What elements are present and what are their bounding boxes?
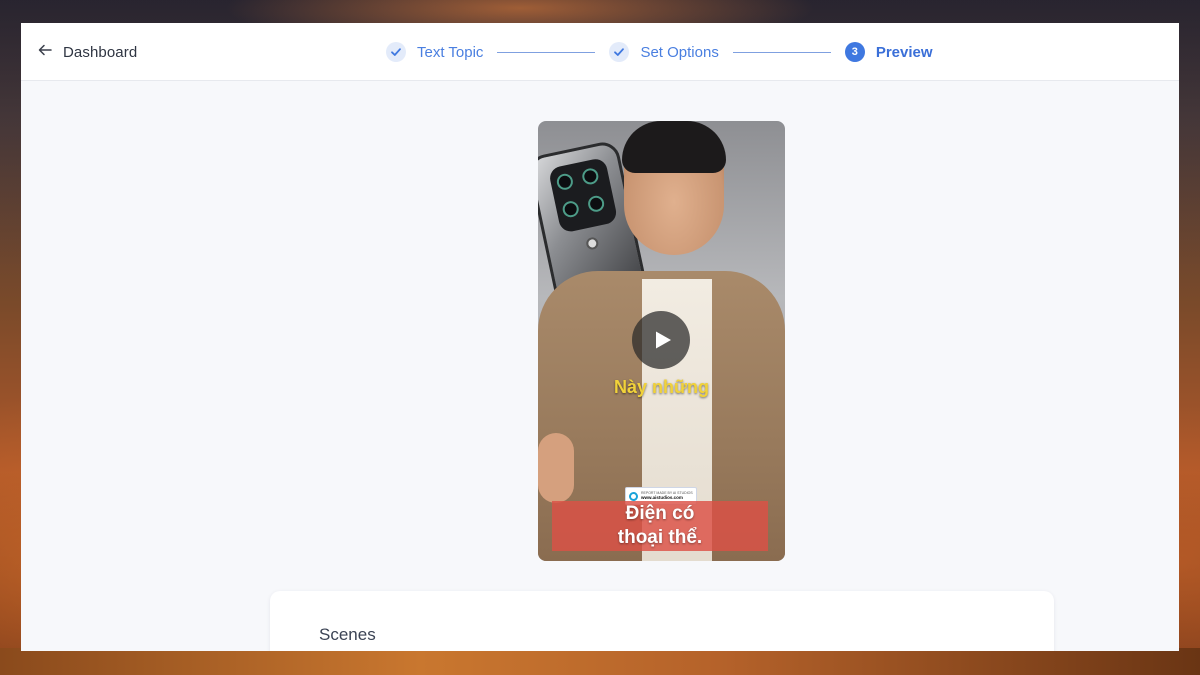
- back-to-dashboard-button[interactable]: Dashboard: [37, 41, 137, 63]
- presenter-hand: [538, 433, 574, 503]
- back-label: Dashboard: [63, 43, 138, 61]
- subtitle-bottom-box: Điện có thoại thể.: [552, 501, 768, 551]
- camera-lens: [580, 166, 600, 186]
- subtitle-bottom-line1: Điện có: [625, 503, 695, 524]
- scenes-panel: Scenes: [270, 591, 1054, 651]
- presenter-hair: [622, 121, 726, 173]
- step-number-badge: 3: [844, 42, 865, 62]
- check-icon: [609, 42, 630, 62]
- play-icon: [656, 331, 671, 349]
- camera-lens: [586, 194, 606, 214]
- scenes-title: Scenes: [319, 625, 376, 644]
- top-navigation-bar: Dashboard Text Topic Set Options 3 Previ…: [21, 23, 1179, 81]
- video-preview-player[interactable]: Này những REPORT MADE BY AI STUDIOS www.…: [538, 121, 785, 561]
- camera-flash: [585, 236, 600, 251]
- step-label: Text Topic: [417, 43, 484, 61]
- app-window: Dashboard Text Topic Set Options 3 Previ…: [21, 23, 1179, 651]
- step-text-topic[interactable]: Text Topic: [386, 42, 483, 62]
- step-connector: [732, 51, 831, 53]
- watermark-line2: www.aistudios.com: [641, 494, 683, 500]
- camera-lens: [561, 199, 581, 219]
- desktop-wallpaper-dunes: [0, 648, 1200, 675]
- play-button[interactable]: [632, 311, 690, 369]
- step-preview[interactable]: 3 Preview: [844, 42, 933, 62]
- camera-lens: [555, 172, 575, 192]
- subtitle-top: Này những: [613, 377, 710, 397]
- subtitle-bottom-line2: thoại thể.: [617, 527, 703, 548]
- aistudios-logo-icon: [629, 491, 638, 501]
- step-connector: [497, 51, 596, 53]
- camera-module: [547, 156, 619, 234]
- step-set-options[interactable]: Set Options: [609, 42, 719, 62]
- arrow-left-icon: [37, 42, 53, 63]
- step-label: Preview: [875, 43, 933, 61]
- subtitle-bottom: Điện có thoại thể.: [618, 502, 702, 550]
- check-icon: [386, 42, 406, 62]
- step-label: Set Options: [640, 43, 719, 61]
- progress-stepper: Text Topic Set Options 3 Preview: [386, 40, 933, 64]
